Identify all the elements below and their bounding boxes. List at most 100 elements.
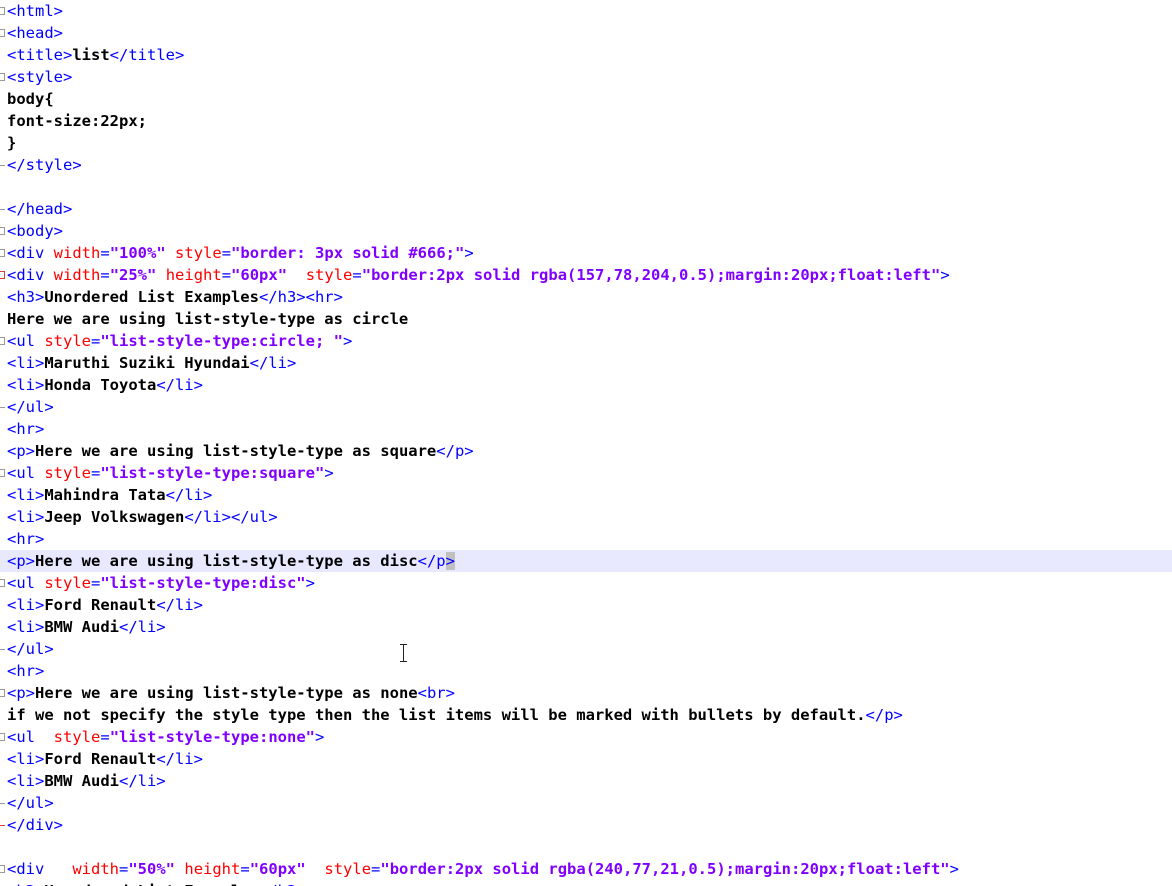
code-line[interactable]: <h3>Unordered List Examples</h3>	[0, 880, 1172, 886]
fold-marker-icon[interactable]	[0, 242, 7, 264]
code-line[interactable]: <div width="50%" height="60px" style="bo…	[0, 858, 1172, 880]
fold-line-icon	[0, 770, 7, 792]
code-token-txt: BMW Audi	[44, 772, 119, 790]
fold-line-icon	[0, 352, 7, 374]
code-line[interactable]: <p>Here we are using list-style-type as …	[0, 440, 1172, 462]
code-line[interactable]: <head>	[0, 22, 1172, 44]
code-token-tag: <style>	[7, 68, 73, 86]
code-token-tag: <ul	[7, 332, 45, 350]
code-token-attr: width	[53, 266, 101, 284]
code-line[interactable]: <title>list</title>	[0, 44, 1172, 66]
code-token-tag: =	[352, 266, 362, 284]
code-token-tag: <div	[7, 860, 73, 878]
code-token-tag: >	[464, 244, 474, 262]
code-token-tag: =	[100, 728, 110, 746]
code-token-txt: BMW Audi	[44, 618, 119, 636]
code-line[interactable]: <div width="25%" height="60px" style="bo…	[0, 264, 1172, 286]
code-line[interactable]: </ul>	[0, 396, 1172, 418]
code-lines: <html> <head> <title>list</title> <style> bo…	[0, 0, 1172, 886]
fold-marker-icon[interactable]	[0, 572, 7, 594]
code-token-txt: Jeep Volkswagen	[44, 508, 185, 526]
code-line[interactable]: <p>Here we are using list-style-type as …	[0, 550, 1172, 572]
code-line[interactable]: </ul>	[0, 792, 1172, 814]
code-token-txt: font-size:22px;	[7, 112, 147, 130]
code-line[interactable]: <li>Ford Renault</li>	[0, 594, 1172, 616]
code-line[interactable]: if we not specify the style type then th…	[0, 704, 1172, 726]
fold-marker-icon[interactable]	[0, 682, 7, 704]
code-line[interactable]	[0, 176, 1172, 198]
code-token-tag: <ul	[7, 728, 54, 746]
code-token-txt: Unordered List Examples	[44, 288, 259, 306]
code-token-val: "list-style-type:none"	[109, 728, 315, 746]
code-token-tag: >	[315, 728, 325, 746]
code-line[interactable]: <li>Honda Toyota</li>	[0, 374, 1172, 396]
fold-marker-icon[interactable]	[0, 22, 7, 44]
code-line[interactable]: </style>	[0, 154, 1172, 176]
code-token-tag: =	[221, 244, 232, 262]
code-token-tag: </head>	[7, 200, 73, 218]
fold-marker-icon[interactable]	[0, 462, 7, 484]
code-line[interactable]: </ul>	[0, 638, 1172, 660]
fold-line-icon	[0, 616, 7, 638]
fold-line-icon	[0, 44, 7, 66]
code-line[interactable]: }	[0, 132, 1172, 154]
fold-marker-icon[interactable]	[0, 220, 7, 242]
code-line[interactable]: <div width="100%" style="border: 3px sol…	[0, 242, 1172, 264]
code-line[interactable]: <li>Mahindra Tata</li>	[0, 484, 1172, 506]
code-token-val: "list-style-type:disc"	[100, 574, 306, 592]
fold-line-icon	[0, 594, 7, 616]
fold-line-icon	[0, 528, 7, 550]
code-token-txt: Honda Toyota	[44, 376, 157, 394]
code-line[interactable]: <hr>	[0, 660, 1172, 682]
code-line[interactable]: <hr>	[0, 528, 1172, 550]
fold-marker-icon[interactable]	[0, 858, 7, 880]
code-token-attr: style	[44, 332, 91, 350]
code-token-tag: >	[949, 860, 959, 878]
code-line[interactable]: font-size:22px;	[0, 110, 1172, 132]
code-line[interactable]: <html>	[0, 0, 1172, 22]
code-line[interactable]: <li>Jeep Volkswagen</li></ul>	[0, 506, 1172, 528]
code-line[interactable]: <ul style="list-style-type:disc">	[0, 572, 1172, 594]
code-token-tag: >	[305, 574, 315, 592]
code-line[interactable]	[0, 836, 1172, 858]
fold-marker-icon[interactable]	[0, 0, 7, 22]
fold-marker-icon[interactable]	[0, 330, 7, 352]
code-line[interactable]: <body>	[0, 220, 1172, 242]
code-token-val: "border:2px solid rgba(157,78,204,0.5);m…	[361, 266, 941, 284]
code-token-tag: </title>	[109, 46, 185, 64]
code-line[interactable]: <hr>	[0, 418, 1172, 440]
code-token-tag: </li>	[156, 596, 203, 614]
code-line[interactable]: </div>	[0, 814, 1172, 836]
code-line[interactable]: Here we are using list-style-type as cir…	[0, 308, 1172, 330]
code-editor[interactable]: <html> <head> <title>list</title> <style> bo…	[0, 0, 1172, 886]
code-line[interactable]: <li>BMW Audi</li>	[0, 616, 1172, 638]
code-line[interactable]: <style>	[0, 66, 1172, 88]
code-line[interactable]: body{	[0, 88, 1172, 110]
code-line[interactable]: <li>BMW Audi</li>	[0, 770, 1172, 792]
code-token-txt: Ford Renault	[44, 750, 157, 768]
fold-line-icon	[0, 418, 7, 440]
fold-marker-icon[interactable]	[0, 66, 7, 88]
code-token-tag: </li>	[118, 772, 166, 790]
code-line[interactable]: <p>Here we are using list-style-type as …	[0, 682, 1172, 704]
code-token-tag: <h3>	[7, 882, 44, 886]
code-line[interactable]: <ul style="list-style-type:circle; ">	[0, 330, 1172, 352]
code-token-tag: <p>	[7, 684, 35, 702]
code-token-attr: height	[184, 860, 241, 878]
fold-marker-icon[interactable]	[0, 726, 7, 748]
code-line[interactable]: <h3>Unordered List Examples</h3><hr>	[0, 286, 1172, 308]
code-token-txt: Here we are using list-style-type as cir…	[7, 310, 409, 328]
code-line[interactable]: <ul style="list-style-type:square">	[0, 462, 1172, 484]
fold-marker-icon[interactable]	[0, 264, 7, 286]
code-line[interactable]: </head>	[0, 198, 1172, 220]
code-token-txt: Mahindra Tata	[44, 486, 166, 504]
fold-line-icon	[0, 176, 7, 198]
code-token-tag: <hr>	[7, 662, 45, 680]
code-line[interactable]: <li>Maruthi Suziki Hyundai</li>	[0, 352, 1172, 374]
code-line[interactable]: <ul style="list-style-type:none">	[0, 726, 1172, 748]
code-token-tag: p	[436, 552, 446, 570]
code-token-txt: if we not specify the style type then th…	[7, 706, 866, 724]
code-line[interactable]: <li>Ford Renault</li>	[0, 748, 1172, 770]
